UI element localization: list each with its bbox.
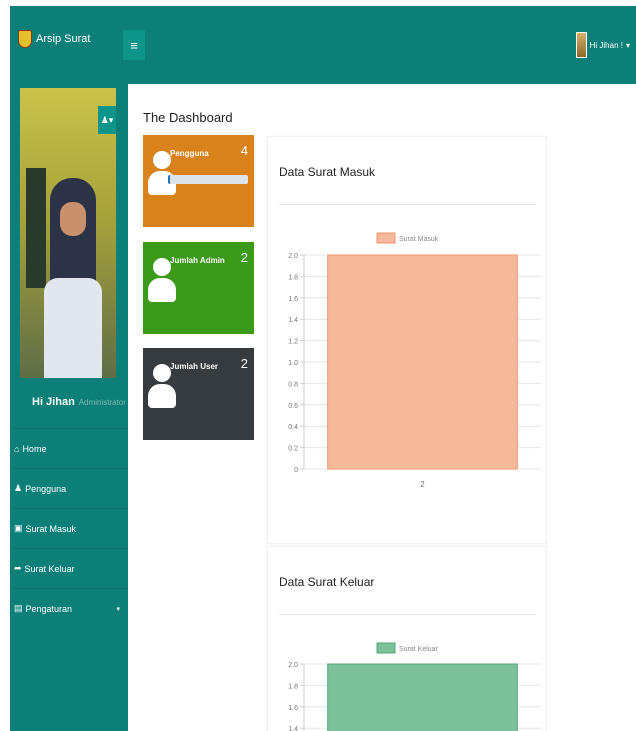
sidebar-greeting: Hi Jihan Administrator [32,396,126,408]
y-tick-label: 1.8 [288,683,298,690]
y-tick-label: 1.2 [288,339,298,346]
sidebar-item-label: Home [22,443,47,454]
stat-label: Jumlah Admin [170,256,225,265]
chart-panel-surat-keluar: Data Surat Keluar Surat Keluar 2.0 1.8 1.6 1… [267,546,547,731]
page-title: The Dashboard [143,110,233,125]
y-tick-label: 0.4 [288,424,298,431]
user-avatar-icon [153,364,171,382]
sidebar: ♟▾ Hi Jihan Administrator ⌂ Home ♟ Penggu… [10,84,128,731]
stat-card-user[interactable]: Jumlah User 2 [143,348,254,440]
y-tick-label: 1.0 [288,360,298,367]
y-tick-label: 1.8 [288,274,298,281]
y-tick-label: 0.6 [288,403,298,410]
stat-count: 2 [240,356,248,371]
y-tick-label: 2.0 [288,253,298,260]
sidebar-item-home[interactable]: ⌂ Home [10,428,128,468]
chart-panel-surat-masuk: Data Surat Masuk Surat Masuk 2.0 1.8 1.6 1.4… [267,136,547,544]
user-icon: ♟ [14,483,23,493]
user-caret-icon: ♟▾ [100,114,114,125]
sidebar-item-pengguna[interactable]: ♟ Pengguna [10,468,128,508]
settings-icon: ▤ [14,603,23,613]
y-tick-label: 1.6 [288,705,298,712]
progress-bar [168,175,248,184]
share-icon: ➦ [14,563,22,573]
progress-fill [168,175,171,184]
y-tick-label: 0 [294,467,298,474]
stat-count: 2 [240,250,248,265]
sidebar-item-label: Pengaturan [25,603,73,614]
crest-logo-icon [18,30,32,48]
top-navbar: Arsip Surat ≡ Hi Jihan ! ▾ [10,6,636,84]
user-greeting: Hi Jihan ! [589,40,623,50]
legend-swatch [376,232,396,244]
sidebar-item-pengaturan[interactable]: ▤ Pengaturan ▾ [10,588,128,628]
y-tick-label: 0.2 [288,446,298,453]
app-window: Arsip Surat ≡ Hi Jihan ! ▾ ♟▾ Hi Jihan Ad… [10,6,636,731]
caret-down-icon: ▾ [116,605,120,613]
x-tick-label: 2 [420,480,425,489]
legend-label: Surat Keluar [399,646,439,653]
main-content: The Dashboard Pengguna 4 Jumlah Admin 2 … [128,84,636,731]
sidebar-item-surat-keluar[interactable]: ➦ Surat Keluar [10,548,128,588]
stat-count: 4 [240,143,248,158]
bar [327,254,518,470]
sidebar-role: Administrator [78,398,126,407]
legend-label: Surat Masuk [399,236,439,243]
caret-down-icon: ▾ [625,40,630,50]
stat-card-pengguna[interactable]: Pengguna 4 [143,135,254,227]
y-tick-label: 1.6 [288,296,298,303]
bar-chart-surat-masuk: Surat Masuk 2.0 1.8 1.6 1.4 1.2 1.0 0.8 0.6 0.4 0.… [288,232,541,489]
sidebar-nav: ⌂ Home ♟ Pengguna ▣ Surat Masuk ➦ Surat … [10,428,128,628]
sidebar-item-label: Surat Keluar [24,563,75,574]
avatar [575,32,587,58]
bar [327,663,518,731]
stat-label: Pengguna [170,149,209,158]
y-tick-label: 2.0 [288,662,298,669]
sidebar-item-surat-masuk[interactable]: ▣ Surat Masuk [10,508,128,548]
bar-chart-surat-keluar: Surat Keluar 2.0 1.8 1.6 1.4 [288,642,541,731]
y-tick-label: 1.4 [288,317,298,324]
user-avatar-icon [153,258,171,276]
y-tick-label: 1.4 [288,726,298,731]
stat-label: Jumlah User [170,362,219,371]
user-avatar-body [148,278,176,302]
brand-text: Arsip Surat [36,33,91,45]
profile-dropdown-button[interactable]: ♟▾ [98,106,116,134]
inbox-icon: ▣ [14,523,23,533]
sidebar-item-label: Pengguna [25,483,67,494]
user-menu[interactable]: Hi Jihan ! ▾ [575,32,630,58]
profile-photo: ♟▾ [20,88,116,378]
legend: Surat Keluar [376,642,439,654]
user-avatar-body [148,384,176,408]
home-icon: ⌂ [14,443,20,454]
menu-toggle-button[interactable]: ≡ [123,30,145,60]
sidebar-username: Hi Jihan [32,396,75,408]
y-tick-label: 0.8 [288,381,298,388]
stat-card-admin[interactable]: Jumlah Admin 2 [143,242,254,334]
legend-swatch [376,642,396,654]
brand-link[interactable]: Arsip Surat [18,30,90,48]
legend: Surat Masuk [376,232,439,244]
hamburger-icon: ≡ [130,37,138,53]
sidebar-item-label: Surat Masuk [25,523,77,534]
user-avatar-icon [153,151,171,169]
